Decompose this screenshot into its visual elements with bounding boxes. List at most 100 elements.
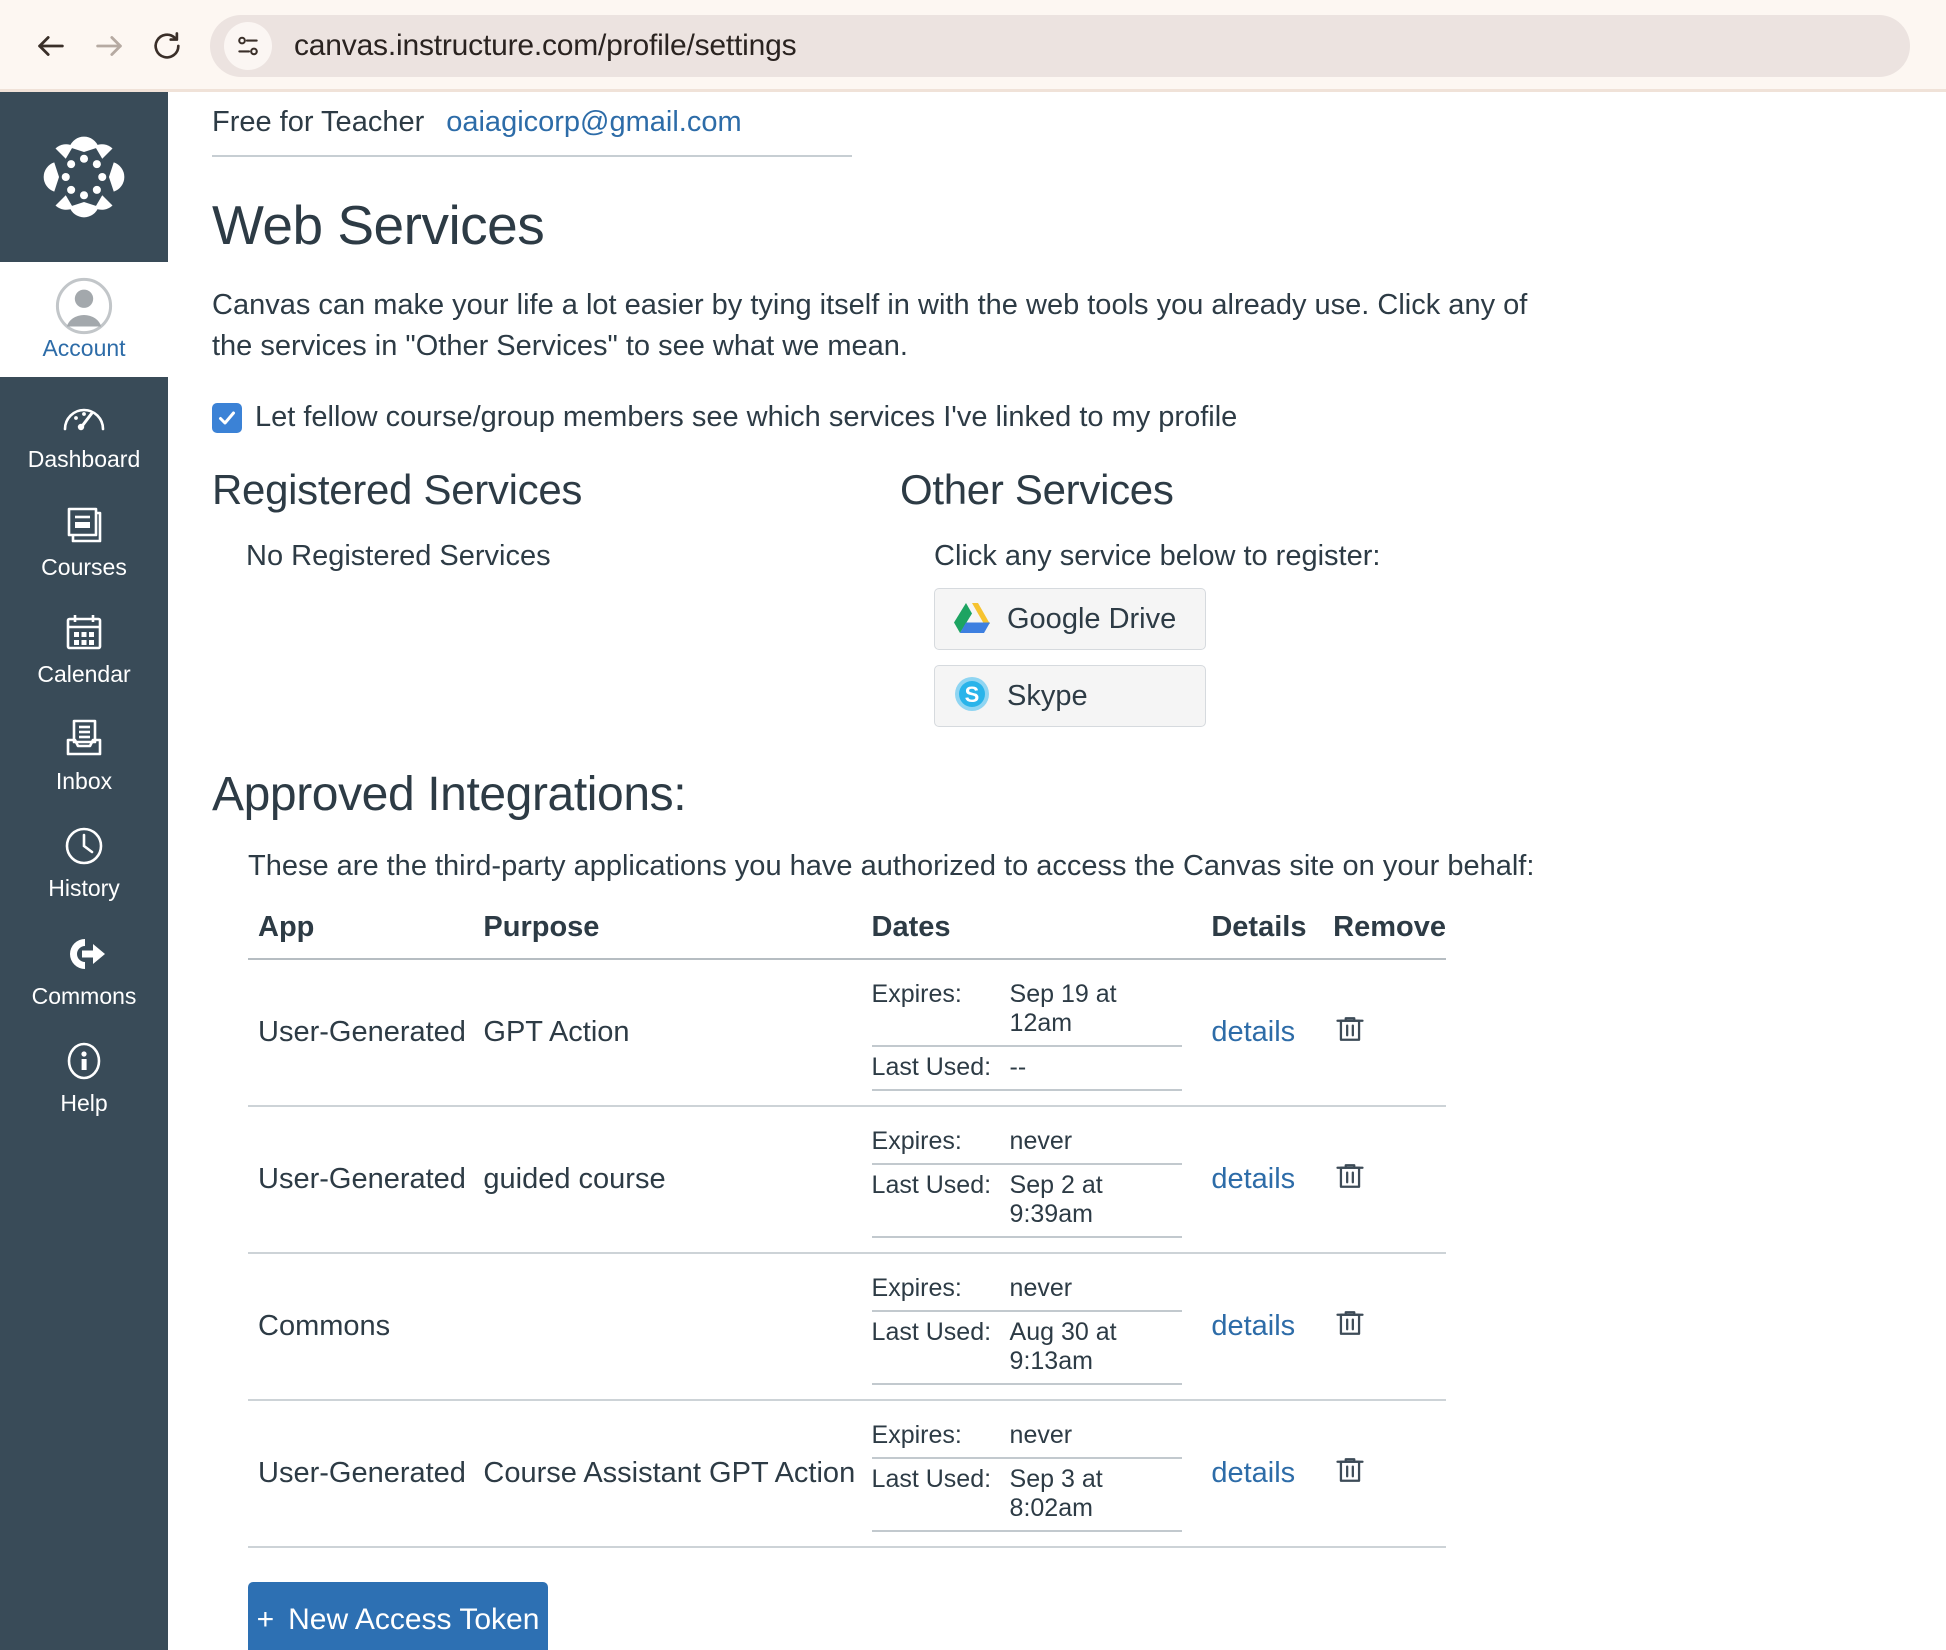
cell-details: details [1211,1106,1333,1253]
cell-purpose: guided course [483,1106,871,1253]
speedometer-icon [60,391,108,443]
column-header-details: Details [1211,911,1333,959]
expires-key: Expires: [872,980,1010,1009]
privacy-setting-row[interactable]: Let fellow course/group members see whic… [212,401,1946,434]
table-row: CommonsExpires:neverLast Used:Aug 30 at … [248,1253,1446,1400]
cell-remove [1333,1400,1446,1547]
new-access-token-button[interactable]: + New Access Token [248,1582,548,1650]
registered-services-heading: Registered Services [212,466,900,514]
inbox-tray-icon [62,713,106,765]
sidebar-item-label: Inbox [56,769,112,794]
sidebar-item-label: Help [60,1091,107,1116]
cell-remove [1333,1106,1446,1253]
last-used-value: Sep 3 at 8:02am [1010,1465,1182,1523]
sidebar-item-account[interactable]: Account [0,262,168,377]
expires-key: Expires: [872,1421,1010,1450]
service-button-google-drive[interactable]: Google Drive [934,588,1206,650]
expires-value: Sep 19 at 12am [1010,980,1182,1038]
last-used-key: Last Used: [872,1318,1010,1347]
google-drive-icon [954,601,990,638]
details-link[interactable]: details [1211,1310,1295,1342]
cell-remove [1333,959,1446,1106]
privacy-checkbox[interactable] [212,403,242,433]
table-row: User-Generatedguided courseExpires:never… [248,1106,1446,1253]
cell-details: details [1211,959,1333,1106]
privacy-label: Let fellow course/group members see whic… [255,401,1237,434]
canvas-logo-icon [36,129,132,225]
site-settings-button[interactable] [224,22,272,70]
service-label: Google Drive [1007,603,1176,636]
table-row: User-GeneratedGPT ActionExpires:Sep 19 a… [248,959,1446,1106]
skype-icon: S [954,676,990,717]
sidebar-item-history[interactable]: History [0,806,168,913]
column-header-app: App [248,911,483,959]
table-header-row: App Purpose Dates Details Remove [248,911,1446,959]
cell-purpose [483,1253,871,1400]
service-label: Skype [1007,680,1088,713]
details-link[interactable]: details [1211,1457,1295,1489]
svg-text:S: S [965,682,980,707]
sidebar-item-help[interactable]: Help [0,1021,168,1128]
other-services-hint: Click any service below to register: [934,540,1600,573]
forward-arrow-icon [92,29,126,63]
cell-purpose: GPT Action [483,959,871,1106]
column-header-remove: Remove [1333,911,1446,959]
intro-paragraph: Canvas can make your life a lot easier b… [212,285,1552,367]
sidebar-item-calendar[interactable]: Calendar [0,592,168,699]
sidebar-item-label: Calendar [37,662,130,687]
remove-token-button[interactable] [1333,1315,1367,1347]
check-icon [217,408,237,428]
user-avatar-icon [55,280,113,332]
expires-value: never [1010,1274,1073,1303]
last-used-line: Last Used:-- [872,1047,1182,1091]
sidebar-item-label: Dashboard [28,447,141,472]
cell-purpose: Course Assistant GPT Action [483,1400,871,1547]
column-header-dates: Dates [872,911,1212,959]
cell-dates: Expires:neverLast Used:Sep 3 at 8:02am [872,1400,1212,1547]
table-row: User-GeneratedCourse Assistant GPT Actio… [248,1400,1446,1547]
global-navigation: Account Dashboard Courses [0,92,168,1650]
expires-key: Expires: [872,1127,1010,1156]
details-link[interactable]: details [1211,1016,1295,1048]
sidebar-item-courses[interactable]: Courses [0,485,168,592]
address-bar[interactable]: canvas.instructure.com/profile/settings [210,15,1910,77]
back-button[interactable] [22,17,80,75]
details-link[interactable]: details [1211,1163,1295,1195]
remove-token-button[interactable] [1333,1462,1367,1494]
book-icon [62,499,106,551]
sidebar-item-label: Courses [41,555,127,580]
remove-token-button[interactable] [1333,1021,1367,1053]
trash-icon [1333,1012,1367,1046]
browser-chrome: canvas.instructure.com/profile/settings [0,0,1946,92]
trash-icon [1333,1159,1367,1193]
main-content: Free for Teacher oaiagicorp@gmail.com We… [168,92,1946,1650]
clock-icon [62,820,106,872]
last-used-line: Last Used:Sep 2 at 9:39am [872,1165,1182,1238]
expires-value: never [1010,1127,1073,1156]
cell-dates: Expires:Sep 19 at 12am Last Used:-- [872,959,1212,1106]
page-title: Web Services [212,193,1946,257]
expires-line: Expires:never [872,1121,1182,1165]
last-used-value: Sep 2 at 9:39am [1010,1171,1182,1229]
canvas-logo[interactable] [0,92,168,262]
last-used-value: -- [1010,1053,1027,1082]
account-plan-label: Free for Teacher [212,106,424,139]
reload-button[interactable] [138,17,196,75]
sidebar-item-dashboard[interactable]: Dashboard [0,377,168,484]
service-button-skype[interactable]: S Skype [934,665,1206,727]
expires-key: Expires: [872,1274,1010,1303]
sidebar-item-inbox[interactable]: Inbox [0,699,168,806]
cell-app: Commons [248,1253,483,1400]
trash-icon [1333,1306,1367,1340]
forward-button[interactable] [80,17,138,75]
cell-dates: Expires:neverLast Used:Sep 2 at 9:39am [872,1106,1212,1253]
plus-icon: + [257,1603,275,1637]
no-registered-services-text: No Registered Services [246,540,900,573]
account-email-link[interactable]: oaiagicorp@gmail.com [446,106,741,139]
info-circle-icon [62,1035,106,1087]
expires-line: Expires:never [872,1268,1182,1312]
reload-icon [151,30,183,62]
sidebar-item-label: Account [42,336,125,361]
sidebar-item-commons[interactable]: Commons [0,914,168,1021]
remove-token-button[interactable] [1333,1168,1367,1200]
